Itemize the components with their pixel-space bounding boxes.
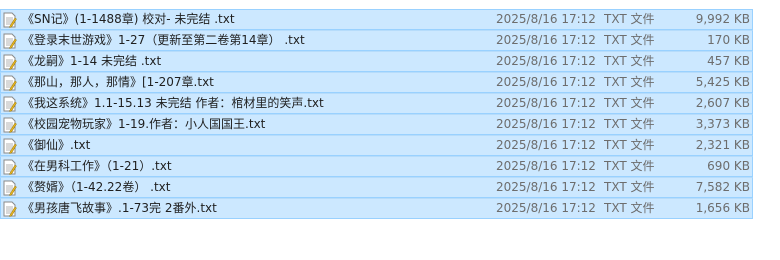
file-row[interactable]: 《SN记》(1-1488章) 校对- 未完结 .txt 2025/8/16 17… <box>0 9 753 30</box>
file-size: 1,656 KB <box>695 201 750 215</box>
file-date-modified: 2025/8/16 17:12 <box>496 201 596 215</box>
file-name: 《登录末世游戏》1-27（更新至第二卷第14章） .txt <box>22 33 305 47</box>
text-file-icon <box>3 159 17 175</box>
file-row[interactable]: 《男孩唐飞故事》.1-73完 2番外.txt 2025/8/16 17:12 T… <box>0 198 753 219</box>
text-file-icon <box>3 117 17 133</box>
file-name: 《我这系统》1.1-15.13 未完结 作者：棺材里的笑声.txt <box>22 96 324 110</box>
text-file-icon <box>3 201 17 217</box>
file-row[interactable]: 《御仙》.txt 2025/8/16 17:12 TXT 文件 2,321 KB <box>0 135 753 156</box>
file-name: 《男孩唐飞故事》.1-73完 2番外.txt <box>22 201 217 215</box>
file-row[interactable]: 《赘婿》（1-42.22卷） .txt 2025/8/16 17:12 TXT … <box>0 177 753 198</box>
text-file-icon <box>3 33 17 49</box>
file-date-modified: 2025/8/16 17:12 <box>496 33 596 47</box>
file-row[interactable]: 《我这系统》1.1-15.13 未完结 作者：棺材里的笑声.txt 2025/8… <box>0 93 753 114</box>
file-date-modified: 2025/8/16 17:12 <box>496 117 596 131</box>
file-list: 《SN记》(1-1488章) 校对- 未完结 .txt 2025/8/16 17… <box>0 9 753 219</box>
file-name: 《在男科工作》（1-21）.txt <box>22 159 172 173</box>
text-file-icon <box>3 138 17 154</box>
file-name: 《那山，那人，那情》[1-207章.txt <box>22 75 214 89</box>
text-file-icon <box>3 75 17 91</box>
file-date-modified: 2025/8/16 17:12 <box>496 54 596 68</box>
file-row[interactable]: 《在男科工作》（1-21）.txt 2025/8/16 17:12 TXT 文件… <box>0 156 753 177</box>
file-name: 《SN记》(1-1488章) 校对- 未完结 .txt <box>22 12 235 26</box>
file-size: 2,607 KB <box>695 96 750 110</box>
file-name: 《校园宠物玩家》1-19.作者：小人国国王.txt <box>22 117 266 131</box>
file-row[interactable]: 《龙嗣》1-14 未完结 .txt 2025/8/16 17:12 TXT 文件… <box>0 51 753 72</box>
text-file-icon <box>3 180 17 196</box>
file-size: 5,425 KB <box>695 75 750 89</box>
file-name: 《龙嗣》1-14 未完结 .txt <box>22 54 162 68</box>
text-file-icon <box>3 54 17 70</box>
file-date-modified: 2025/8/16 17:12 <box>496 75 596 89</box>
file-row[interactable]: 《登录末世游戏》1-27（更新至第二卷第14章） .txt 2025/8/16 … <box>0 30 753 51</box>
file-date-modified: 2025/8/16 17:12 <box>496 96 596 110</box>
file-size: 9,992 KB <box>695 12 750 26</box>
file-row[interactable]: 《校园宠物玩家》1-19.作者：小人国国王.txt 2025/8/16 17:1… <box>0 114 753 135</box>
file-size: 2,321 KB <box>695 138 750 152</box>
file-name: 《赘婿》（1-42.22卷） .txt <box>22 180 171 194</box>
text-file-icon <box>3 96 17 112</box>
file-size: 170 KB <box>707 33 750 47</box>
file-date-modified: 2025/8/16 17:12 <box>496 159 596 173</box>
file-size: 457 KB <box>707 54 750 68</box>
file-date-modified: 2025/8/16 17:12 <box>496 12 596 26</box>
file-row[interactable]: 《那山，那人，那情》[1-207章.txt 2025/8/16 17:12 TX… <box>0 72 753 93</box>
file-size: 690 KB <box>707 159 750 173</box>
file-date-modified: 2025/8/16 17:12 <box>496 138 596 152</box>
text-file-icon <box>3 12 17 28</box>
file-size: 7,582 KB <box>695 180 750 194</box>
file-date-modified: 2025/8/16 17:12 <box>496 180 596 194</box>
file-size: 3,373 KB <box>695 117 750 131</box>
file-name: 《御仙》.txt <box>22 138 91 152</box>
